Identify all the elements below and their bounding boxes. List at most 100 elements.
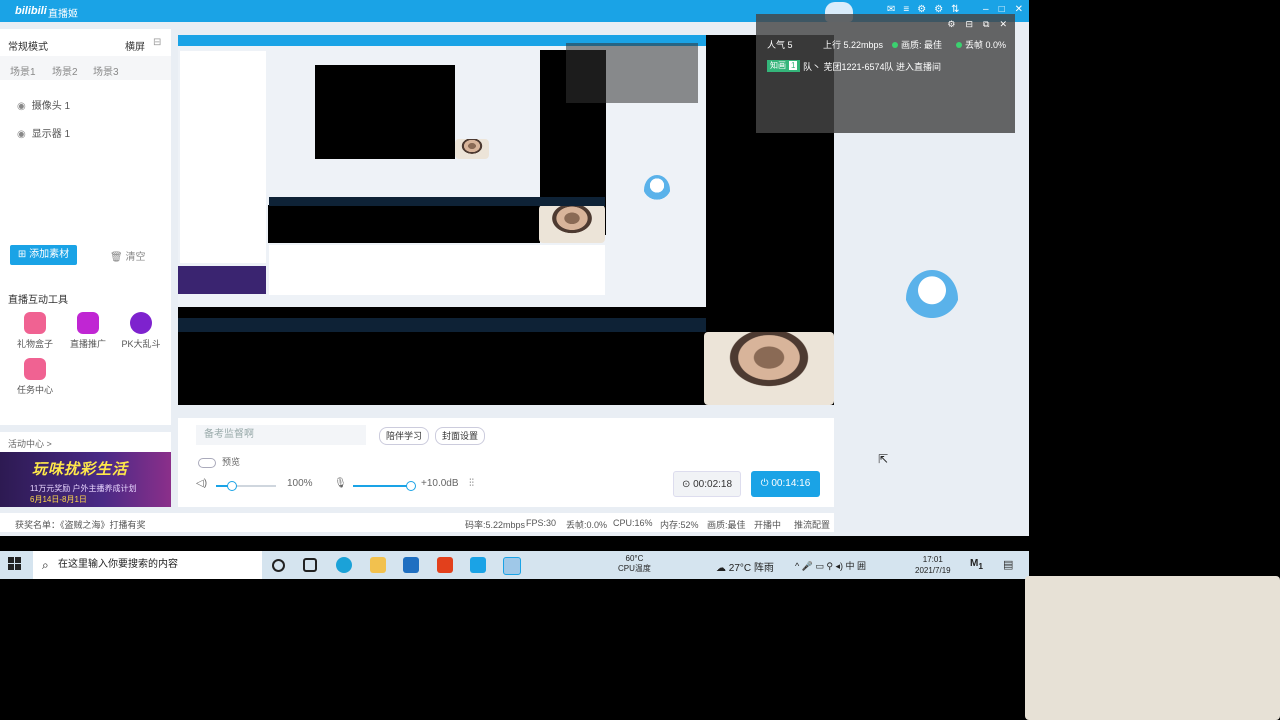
source-item[interactable]: ◉ 摄像头 1 [17, 97, 70, 112]
windows-start-icon[interactable] [8, 557, 22, 571]
stats-overlay: ⚙ ⊟ ⧉ ✕ 人气 5 上行 5.22mbps 画质: 最佳 丢帧 0.0% … [756, 14, 1015, 133]
office-icon[interactable] [437, 557, 453, 573]
cortana-icon[interactable] [272, 559, 285, 572]
eye-icon[interactable]: ◉ [17, 101, 26, 112]
live-state: 开播中 [754, 520, 782, 530]
close-button[interactable]: ✕ [1015, 4, 1023, 15]
equalizer-icon[interactable]: ⫶⫶ [469, 478, 474, 489]
mic-slider[interactable] [353, 481, 416, 491]
tool-task-center[interactable]: 任务中心 [9, 358, 61, 396]
preview-label: 预览 [222, 457, 241, 467]
upload-stat: 上行 5.22mbps [823, 40, 884, 50]
tab-scene-2[interactable]: 场景2 [52, 63, 78, 78]
taskbar-search-input[interactable]: ⌕ 在这里输入你要搜索的内容 [33, 551, 262, 579]
award-notice[interactable]: 获奖名单：《盗贼之海》打播有奖 [15, 518, 146, 531]
pin-icon[interactable]: ⧉ [983, 19, 989, 30]
tray-m-badge: 1 [978, 561, 983, 571]
system-tray[interactable]: ^ 🎤 ▭ ⚲ ◂) 中 囲 [795, 559, 866, 572]
live-app-taskbar-icon[interactable] [503, 557, 521, 575]
promotion-icon [77, 312, 99, 334]
activity-center: 活动中心 > 玩味扰彩生活 11万元奖励 户外主播养成计划 6月14日-8月1日 [0, 432, 171, 507]
task-center-icon [24, 358, 46, 380]
notification-icon[interactable]: ▤ [1003, 558, 1013, 571]
mic-knob[interactable] [406, 481, 416, 491]
task-view-icon[interactable] [303, 558, 317, 572]
source-item[interactable]: ◉ 显示器 1 [17, 125, 70, 140]
add-source-button[interactable]: ⊞ 添加素材 [10, 245, 77, 265]
clock-date: 2021/7/19 [915, 566, 951, 575]
tool-label: 任务中心 [16, 385, 53, 395]
app-icon[interactable] [470, 557, 486, 573]
nested-taskbar [269, 197, 605, 206]
taskbar-clock[interactable]: 17:01 2021/7/19 [915, 554, 951, 576]
speaker-icon[interactable]: ◁) [196, 478, 207, 489]
preview-canvas[interactable] [178, 35, 834, 405]
companion-study-button[interactable]: 陪伴学习 [379, 427, 430, 445]
drop-stat: 丢帧 0.0% [956, 38, 1006, 51]
bilibili-logo: bilibili [15, 5, 47, 17]
cpu-status: CPU:16% [613, 518, 653, 528]
mode-selector[interactable]: 常规模式 [8, 38, 48, 53]
nested-black-block [268, 205, 540, 243]
volume-slider[interactable] [216, 481, 276, 491]
close-icon[interactable]: ✕ [999, 19, 1007, 30]
quality-status: 画质:最佳 [707, 520, 746, 530]
weather-widget[interactable]: ☁ 27°C 阵雨 [716, 559, 774, 574]
live-button[interactable]: ⏻ 00:14:16 [751, 471, 820, 497]
nested-left-panel [180, 51, 266, 263]
tool-gift-box[interactable]: 礼物盒子 [9, 312, 61, 350]
cover-settings-button[interactable]: 封面设置 [435, 427, 486, 445]
cursor-icon: ⇱ [878, 452, 889, 466]
tab-scene-3[interactable]: 场景3 [93, 63, 119, 78]
search-icon: ⌕ [42, 558, 49, 572]
lock-icon[interactable]: ⊟ [153, 37, 161, 48]
live-controls: 备考监督啊 陪伴学习 封面设置 预览 ◁) 100% 🎙 +10.0dB ⫶⫶ … [178, 418, 834, 507]
edge-icon[interactable] [336, 557, 352, 573]
toggle-icon [198, 457, 216, 468]
badge-level: 1 [789, 61, 798, 70]
nested-overlay [566, 43, 698, 103]
eye-icon[interactable]: ◉ [17, 129, 26, 140]
trash-icon: 🗑 [110, 252, 123, 263]
tools-title: 直播互动工具 [8, 295, 68, 306]
stream-config-link[interactable]: 推流配置 [794, 518, 830, 531]
enter-message: 队丶 芜团1221-6574队 进入直播间 [803, 62, 942, 72]
clear-button[interactable]: 🗑 清空 [110, 248, 145, 263]
record-icon: ⊙ [681, 479, 691, 490]
record-time: 00:02:18 [693, 479, 733, 490]
windows-taskbar: ⌕ 在这里输入你要搜索的内容 60°C CPU温度 ☁ 27°C 阵雨 ^ 🎤 … [0, 551, 1029, 579]
app-title: 直播姬 [48, 9, 78, 20]
lock-icon[interactable]: ⊟ [965, 19, 973, 30]
tab-scene-1[interactable]: 场景1 [10, 63, 36, 78]
source-label: 显示器 1 [31, 129, 71, 140]
search-placeholder: 在这里输入你要搜索的内容 [58, 559, 178, 570]
activity-banner[interactable]: 玩味扰彩生活 11万元奖励 户外主播养成计划 6月14日-8月1日 [0, 452, 171, 507]
nested-screen-capture [178, 35, 706, 307]
source-label: 摄像头 1 [31, 101, 71, 112]
pk-icon [130, 312, 152, 334]
nested-webcam [539, 205, 605, 243]
tool-pk[interactable]: PK大乱斗 [115, 312, 167, 350]
overlay-controls: ⚙ ⊟ ⧉ ✕ [947, 19, 1007, 30]
status-dot-icon [892, 42, 898, 48]
tool-promotion[interactable]: 直播推广 [62, 312, 114, 350]
volume-knob[interactable] [227, 481, 237, 491]
gift-box-icon [24, 312, 46, 334]
drop-status: 丢帧:0.0% [566, 520, 608, 530]
announcement-input[interactable]: 备考监督啊 [196, 425, 366, 445]
landscape-toggle[interactable]: 横屏 [125, 38, 145, 53]
add-source-label: 添加素材 [29, 249, 70, 260]
activity-link[interactable]: 活动中心 > [8, 437, 52, 450]
mic-icon[interactable]: 🎙 [334, 478, 347, 489]
tray-m-icon[interactable]: M1 [970, 558, 983, 571]
settings-icon[interactable]: ⚙ [947, 19, 955, 30]
fan-badge: 知画 1 [767, 60, 801, 72]
preview-toggle[interactable]: 预览 [198, 455, 240, 468]
cpu-temp-label: CPU温度 [618, 564, 651, 573]
quality-label: 画质: 最佳 [901, 40, 943, 50]
weather-icon: ☁ [716, 563, 726, 574]
record-button[interactable]: ⊙ 00:02:18 [673, 471, 741, 497]
cpu-temp: 60°C [625, 554, 644, 563]
file-explorer-icon[interactable] [370, 557, 386, 573]
mail-icon[interactable] [403, 557, 419, 573]
